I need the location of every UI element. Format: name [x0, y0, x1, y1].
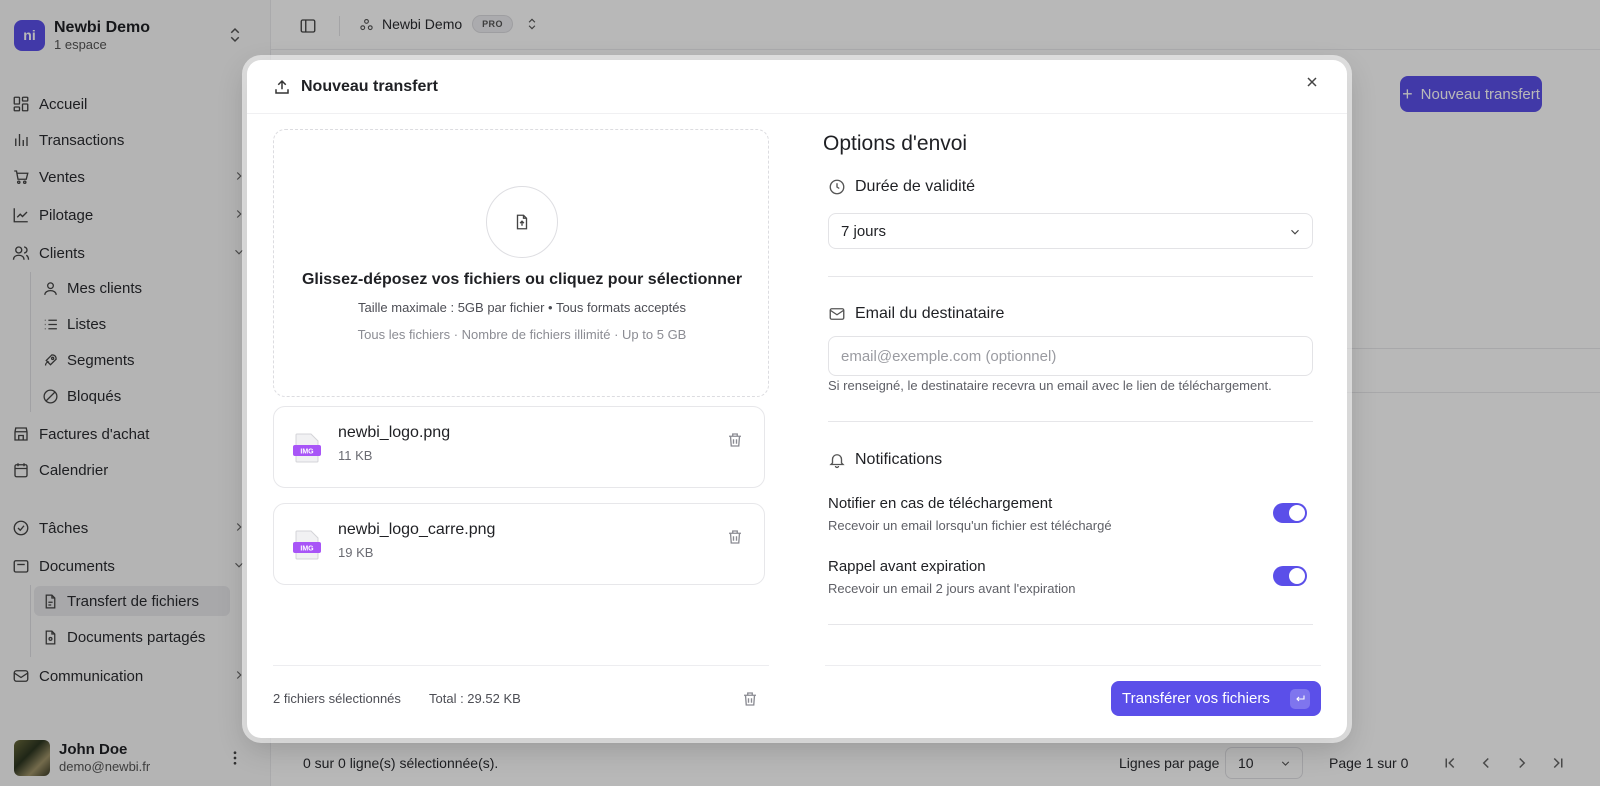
- selected-count: 2 fichiers sélectionnés: [273, 691, 401, 706]
- notifications-section-header: Notifications: [828, 451, 942, 469]
- trash-icon[interactable]: [726, 528, 744, 546]
- file-dropzone[interactable]: Glissez-déposez vos fichiers ou cliquez …: [273, 129, 769, 397]
- file-name: newbi_logo_carre.png: [338, 521, 496, 538]
- validity-section-header: Durée de validité: [828, 178, 975, 196]
- recipient-email-input[interactable]: [828, 336, 1313, 376]
- file-name: newbi_logo.png: [338, 424, 451, 441]
- transfer-files-label: Transférer vos fichiers: [1122, 690, 1270, 707]
- expiry-reminder-description: Recevoir un email 2 jours avant l'expira…: [828, 581, 1076, 596]
- bell-icon: [828, 451, 846, 469]
- email-label: Email du destinataire: [855, 305, 1005, 322]
- divider: [828, 276, 1313, 277]
- new-transfer-dialog: Nouveau transfert Glissez-déposez vos fi…: [247, 60, 1347, 738]
- notify-download-label: Notifier en cas de téléchargement: [828, 495, 1053, 512]
- expiry-reminder-label: Rappel avant expiration: [828, 558, 986, 575]
- image-file-icon: IMG: [293, 433, 321, 463]
- dropzone-subtitle: Taille maximale : 5GB par fichier • Tous…: [358, 300, 686, 315]
- divider: [825, 665, 1321, 666]
- validity-label: Durée de validité: [855, 178, 976, 195]
- dropzone-title: Glissez-déposez vos fichiers ou cliquez …: [301, 271, 743, 288]
- chevron-down-icon: [1288, 225, 1302, 239]
- mail-icon: [828, 305, 846, 323]
- validity-value: 7 jours: [841, 222, 887, 240]
- validity-select[interactable]: 7 jours: [828, 213, 1313, 249]
- divider: [828, 421, 1313, 422]
- email-hint: Si renseigné, le destinataire recevra un…: [828, 378, 1272, 393]
- notify-download-toggle[interactable]: [1273, 503, 1307, 523]
- enter-key-icon: [1290, 689, 1310, 709]
- selected-total-size: Total : 29.52 KB: [429, 691, 521, 706]
- dialog-title: Nouveau transfert: [301, 78, 438, 95]
- email-section-header: Email du destinataire: [828, 305, 1004, 323]
- trash-icon[interactable]: [726, 431, 744, 449]
- file-size: 19 KB: [338, 545, 374, 560]
- expiry-reminder-toggle[interactable]: [1273, 566, 1307, 586]
- divider: [273, 665, 769, 666]
- file-item: IMG newbi_logo_carre.png 19 KB: [273, 503, 765, 585]
- notifications-label: Notifications: [855, 451, 943, 468]
- dropzone-details: Tous les fichiers · Nombre de fichiers i…: [357, 327, 687, 342]
- image-file-icon: IMG: [293, 530, 321, 560]
- file-upload-icon: [516, 214, 528, 230]
- close-icon[interactable]: [1304, 74, 1320, 90]
- file-type-badge: IMG: [300, 546, 314, 553]
- toggle-knob: [1289, 568, 1305, 584]
- toggle-knob: [1289, 505, 1305, 521]
- file-item: IMG newbi_logo.png 11 KB: [273, 406, 765, 488]
- clear-all-trash-icon[interactable]: [741, 690, 759, 708]
- notify-download-description: Recevoir un email lorsqu'un fichier est …: [828, 518, 1112, 533]
- clock-icon: [828, 178, 846, 196]
- options-title: Options d'envoi: [823, 132, 968, 155]
- dropzone-icon-circle: [486, 186, 558, 258]
- dialog-header: Nouveau transfert: [247, 60, 1347, 114]
- divider: [828, 624, 1313, 625]
- upload-icon: [273, 78, 291, 96]
- file-type-badge: IMG: [300, 449, 314, 456]
- file-size: 11 KB: [338, 448, 373, 463]
- transfer-files-button[interactable]: Transférer vos fichiers: [1111, 681, 1321, 716]
